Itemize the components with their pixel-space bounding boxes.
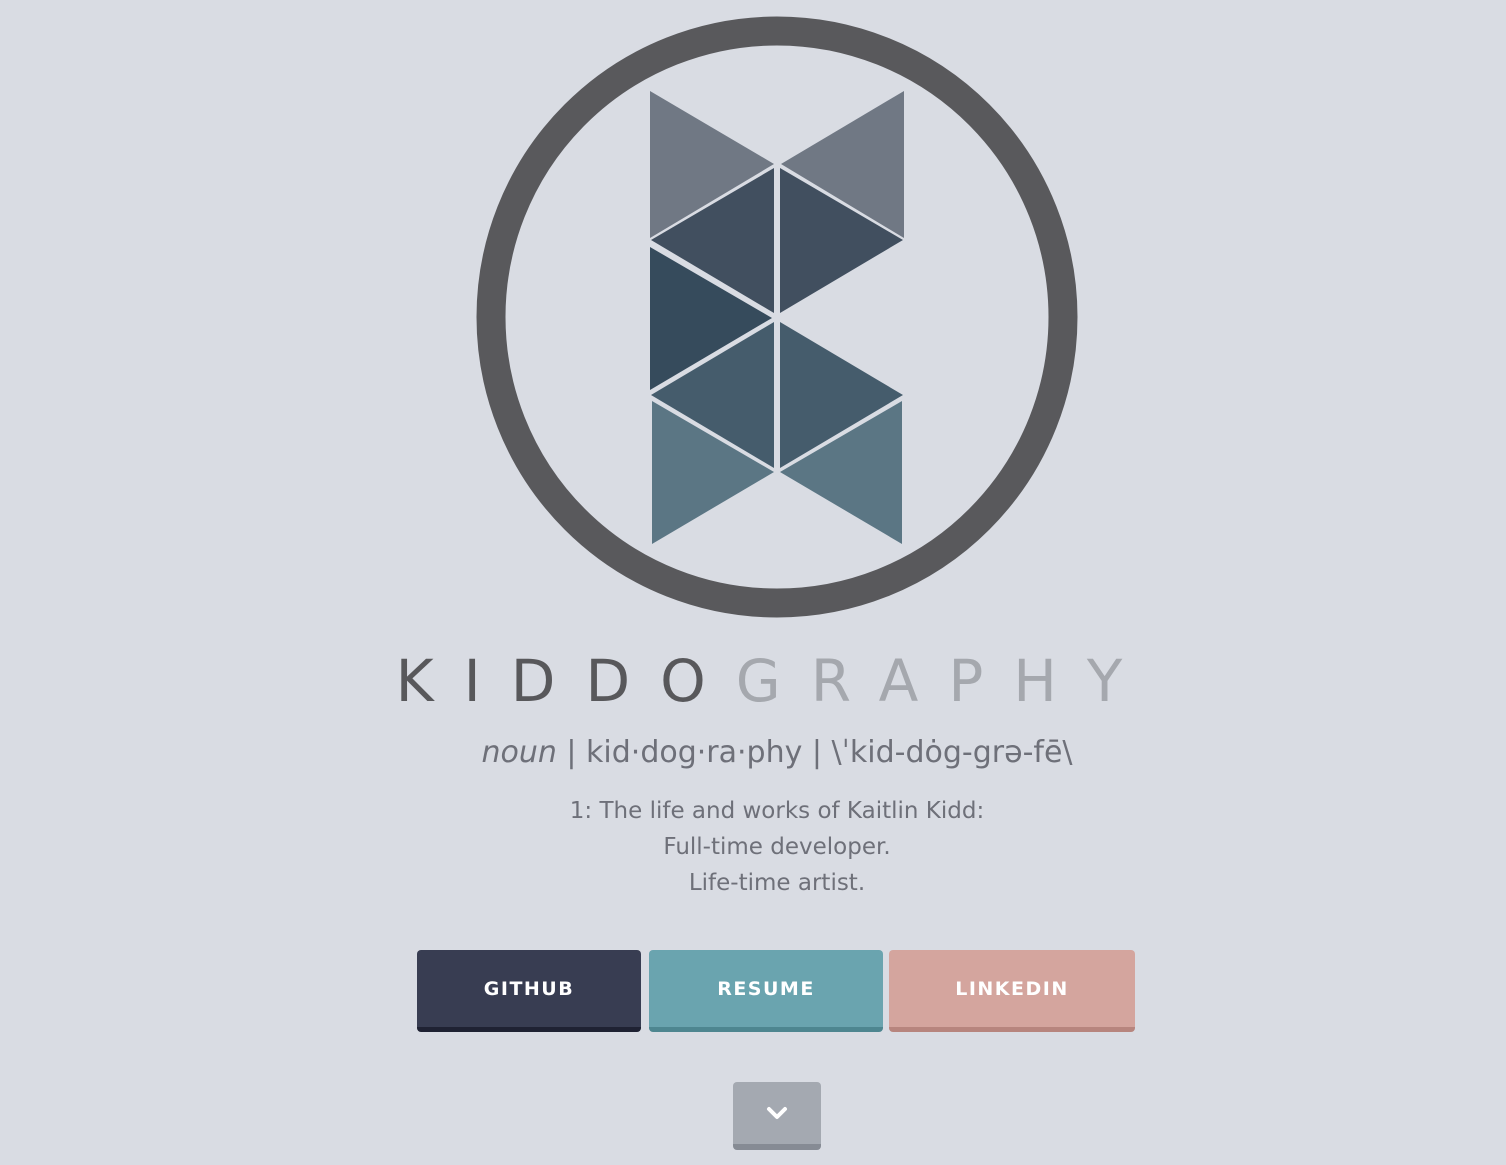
definition: 1: The life and works of Kaitlin Kidd: F… <box>0 793 1506 901</box>
logo-ring <box>476 16 1078 618</box>
kiddography-logo-icon <box>476 16 1078 618</box>
site-title: KIDDOGRAPHY <box>0 642 1506 720</box>
pronunciation-text: | kid·dog·ra·phy | \ˈkid-dȯg-grə-fē\ <box>556 735 1073 770</box>
definition-line: Full-time developer. <box>663 834 891 860</box>
linkedin-button[interactable]: LINKEDIN <box>889 950 1135 1032</box>
chevron-down-icon <box>767 1107 787 1119</box>
resume-button[interactable]: RESUME <box>649 950 883 1032</box>
github-button[interactable]: GITHUB <box>417 950 641 1032</box>
definition-line: 1: The life and works of Kaitlin Kidd: <box>569 798 985 824</box>
site-title-part1: KIDDO <box>395 647 736 715</box>
landing-page: KIDDOGRAPHY noun | kid·dog·ra·phy | \ˈki… <box>0 0 1506 1165</box>
pronunciation: noun | kid·dog·ra·phy | \ˈkid-dȯg-grə-fē… <box>0 733 1506 773</box>
scroll-down-button[interactable] <box>733 1082 821 1150</box>
site-title-part2: GRAPHY <box>735 647 1153 715</box>
definition-line: Life-time artist. <box>688 870 866 896</box>
part-of-speech: noun <box>481 735 557 770</box>
